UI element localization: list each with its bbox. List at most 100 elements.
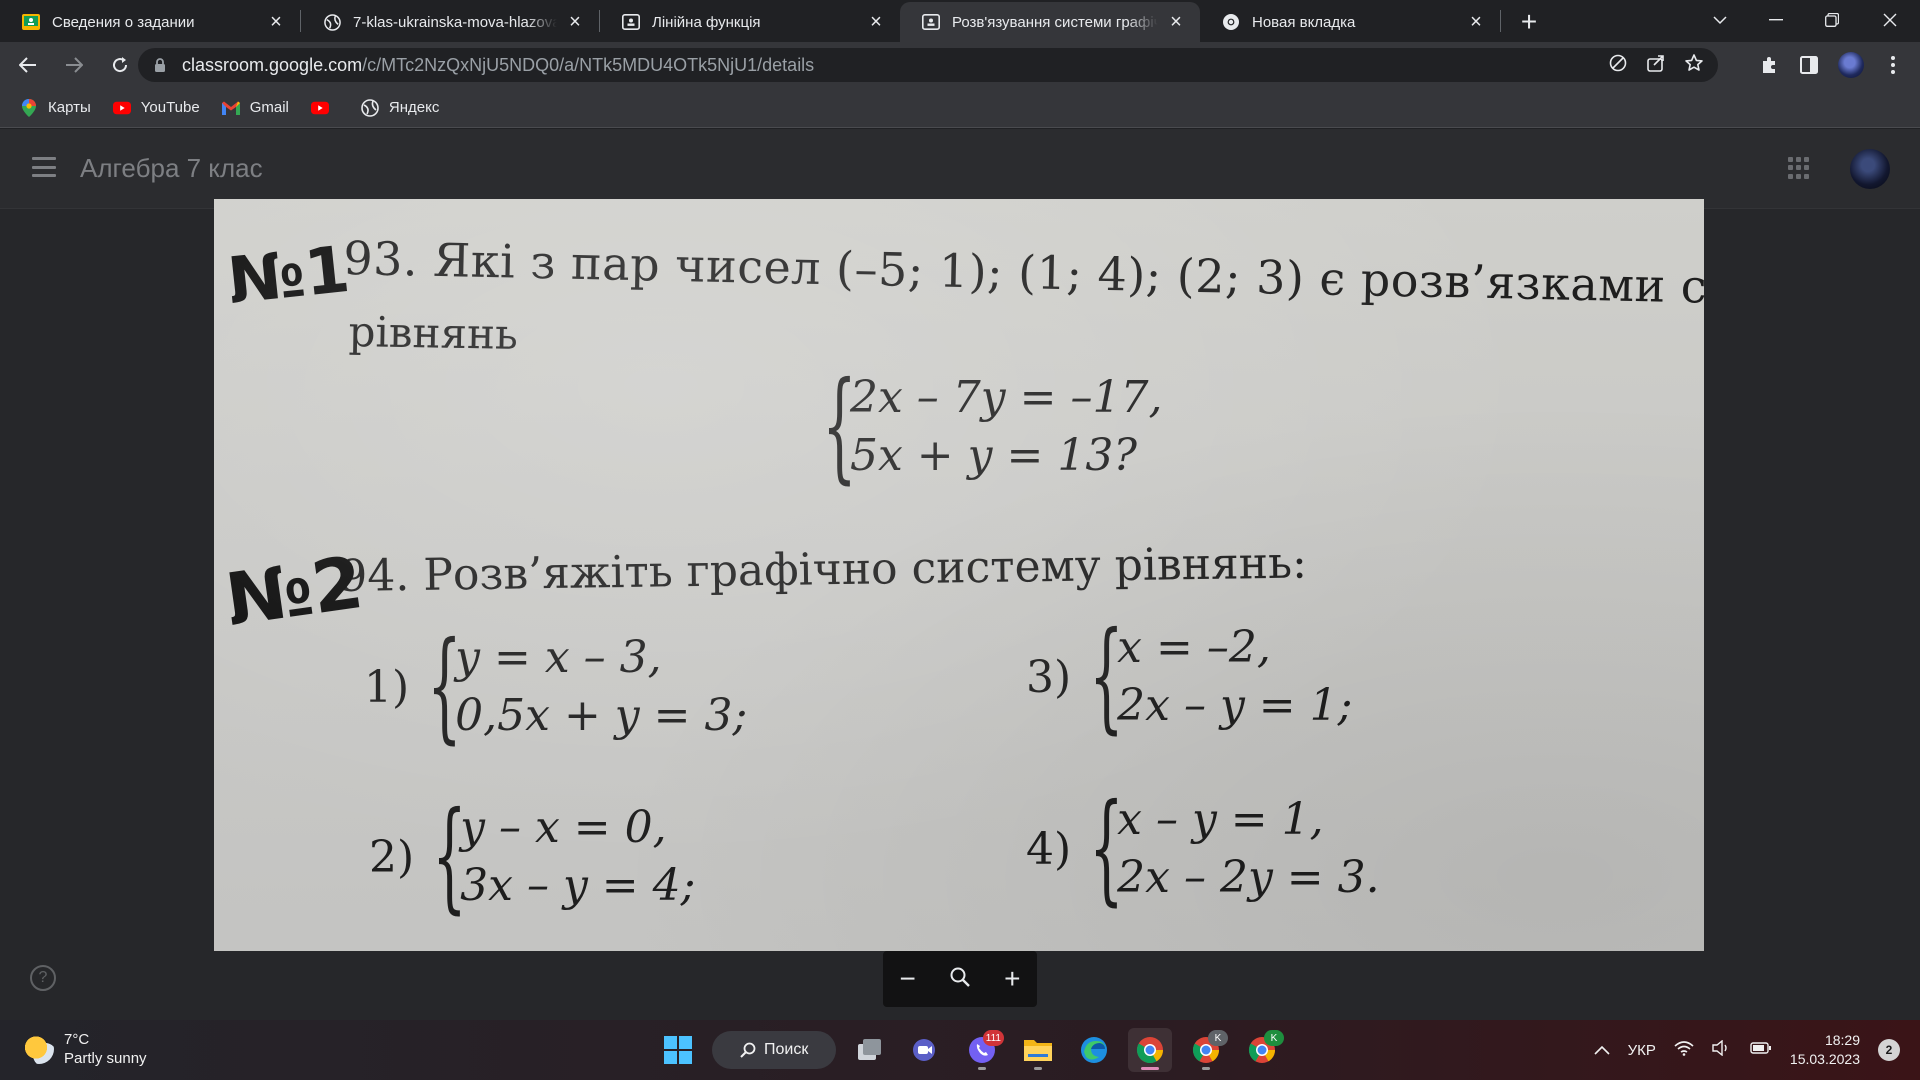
- bookmark-label: Карты: [48, 99, 91, 116]
- bookmark-label: Gmail: [249, 99, 289, 116]
- folder-icon: [1024, 1040, 1052, 1061]
- problem-1-system: { 2x – 7y = –17, 5x + y = 13?: [814, 367, 1162, 487]
- lock-icon[interactable]: [152, 57, 168, 73]
- arrow-right-icon: [66, 57, 83, 73]
- wifi-icon[interactable]: [1674, 1040, 1694, 1060]
- equation: y = x – 3,: [455, 632, 662, 683]
- zoom-in-button[interactable]: +: [1004, 963, 1020, 995]
- more-vert-icon[interactable]: [1882, 54, 1904, 76]
- equation: 3x – y = 4;: [460, 860, 696, 911]
- bookmark-youtube[interactable]: YouTube: [112, 99, 200, 116]
- clock[interactable]: 18:29 15.03.2023: [1790, 1031, 1860, 1069]
- handwritten-label-1: №1: [224, 232, 354, 320]
- taskbar-meet[interactable]: [904, 1028, 948, 1072]
- restore-icon: [1825, 13, 1839, 27]
- tab-title: Розв'язування системи графічно: [952, 13, 1158, 31]
- running-indicator: [1034, 1067, 1042, 1070]
- bookmarks-bar: Карты YouTube Gmail Яндекс: [0, 88, 1920, 128]
- menu-icon[interactable]: [32, 157, 56, 177]
- extensions-icon[interactable]: [1758, 54, 1780, 76]
- equation: 2x – y = 1;: [1117, 680, 1353, 731]
- taskbar-edge[interactable]: [1072, 1028, 1116, 1072]
- close-icon[interactable]: ×: [1466, 11, 1486, 33]
- new-tab-button[interactable]: +: [1511, 2, 1547, 42]
- side-panel-icon[interactable]: [1798, 54, 1820, 76]
- viber-badge: 111: [982, 1030, 1004, 1046]
- forward-button[interactable]: [54, 45, 94, 85]
- restore-button[interactable]: [1804, 0, 1860, 40]
- close-icon[interactable]: ×: [866, 11, 886, 33]
- search-icon: [740, 1042, 756, 1058]
- help-icon[interactable]: ?: [30, 965, 56, 991]
- close-icon[interactable]: ×: [266, 11, 286, 33]
- volume-icon[interactable]: [1712, 1039, 1732, 1060]
- zoom-out-button[interactable]: −: [900, 963, 916, 995]
- close-icon[interactable]: ×: [565, 11, 585, 33]
- reload-button[interactable]: [100, 45, 140, 85]
- no-tracking-icon[interactable]: [1608, 53, 1628, 78]
- bookmark-label: Яндекс: [388, 99, 440, 116]
- bookmark-maps[interactable]: Карты: [20, 98, 91, 117]
- active-indicator: [1141, 1067, 1159, 1070]
- textbook-photo: 93. Які з пар чисел (–5; 1); (1; 4); (2;…: [214, 199, 1704, 951]
- bookmark-star-icon[interactable]: [1684, 53, 1704, 78]
- taskbar-chrome-active[interactable]: [1128, 1028, 1172, 1072]
- input-language[interactable]: УКР: [1628, 1042, 1656, 1059]
- tab-linear-function[interactable]: Лінійна функція ×: [600, 2, 900, 42]
- taskbar-viber[interactable]: 111: [960, 1028, 1004, 1072]
- zoom-icon[interactable]: [949, 963, 971, 995]
- bookmark-youtube-2[interactable]: [310, 101, 339, 115]
- task-view-button[interactable]: [848, 1028, 892, 1072]
- back-button[interactable]: [8, 45, 48, 85]
- bookmark-yandex[interactable]: Яндекс: [361, 98, 440, 117]
- account-avatar[interactable]: [1850, 149, 1890, 189]
- tab-assignment-details[interactable]: Сведения о задании ×: [0, 2, 300, 42]
- task-view-icon: [858, 1039, 881, 1060]
- tab-ukrainska-mova[interactable]: 7-klas-ukrainska-mova-hlazova-2 ×: [301, 2, 599, 42]
- taskbar-chrome-profile-k-2[interactable]: K: [1240, 1028, 1284, 1072]
- system-tray: УКР 18:29 15.03.2023 2: [1594, 1020, 1920, 1080]
- tab-search-button[interactable]: [1692, 0, 1748, 40]
- taskbar-chrome-profile-k[interactable]: K: [1184, 1028, 1228, 1072]
- share-icon[interactable]: [1646, 53, 1666, 78]
- system-item-2: 2) { y – x = 0, 3x – y = 4;: [369, 797, 695, 917]
- classroom-icon: [622, 13, 640, 31]
- bookmark-gmail[interactable]: Gmail: [221, 99, 289, 116]
- system-item-1: 1) { y = x – 3, 0,5x + y = 3;: [364, 627, 747, 747]
- classroom-icon: [22, 13, 40, 31]
- close-window-button[interactable]: [1862, 0, 1918, 40]
- brace-icon: {: [1089, 607, 1124, 746]
- chevron-up-icon[interactable]: [1594, 1042, 1610, 1059]
- profile-avatar[interactable]: [1838, 52, 1864, 78]
- tab-title: 7-klas-ukrainska-mova-hlazova-2: [353, 13, 557, 31]
- equation: x – y = 1,: [1117, 794, 1324, 845]
- running-indicator: [978, 1067, 986, 1070]
- equation: 2x – 7y = –17,: [850, 372, 1163, 423]
- tab-graphical-system[interactable]: Розв'язування системи графічно ×: [900, 2, 1200, 42]
- chevron-down-icon: [1713, 15, 1727, 24]
- weather-temp: 7°C: [64, 1031, 90, 1048]
- youtube-icon: [112, 101, 131, 115]
- minimize-icon: [1769, 19, 1783, 21]
- profile-badge: K: [1264, 1030, 1284, 1046]
- zoom-control: − +: [883, 951, 1037, 1007]
- start-button[interactable]: [656, 1028, 700, 1072]
- minimize-button[interactable]: [1748, 0, 1804, 40]
- close-icon[interactable]: ×: [1166, 11, 1186, 33]
- problem-1-text: 93. Які з пар чисел (–5; 1); (1; 4); (2;…: [342, 231, 1704, 318]
- maps-pin-icon: [20, 98, 38, 117]
- apps-grid-icon[interactable]: [1788, 157, 1810, 179]
- battery-icon[interactable]: [1750, 1041, 1772, 1059]
- course-title[interactable]: Алгебра 7 клас: [80, 153, 263, 184]
- weather-widget[interactable]: 7°C Partly sunny: [24, 1030, 147, 1068]
- notification-badge[interactable]: 2: [1878, 1039, 1900, 1061]
- address-bar[interactable]: classroom.google.com/c/MTc2NzQxNjU5NDQ0/…: [138, 48, 1718, 82]
- taskbar-search[interactable]: Поиск: [712, 1031, 836, 1069]
- tab-new-tab[interactable]: Новая вкладка ×: [1200, 2, 1500, 42]
- taskbar-file-explorer[interactable]: [1016, 1028, 1060, 1072]
- reload-icon: [113, 57, 128, 73]
- brace-icon: {: [432, 787, 467, 926]
- toolbar-right: [1758, 42, 1920, 88]
- tab-separator: [1500, 10, 1501, 32]
- tab-title: Сведения о задании: [52, 13, 195, 31]
